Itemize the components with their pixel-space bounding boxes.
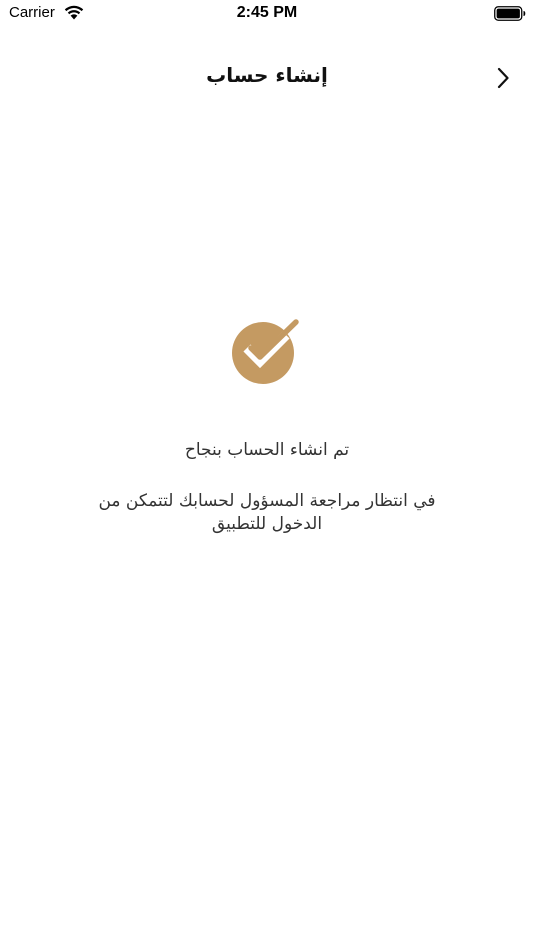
status-time: 2:45 PM (236, 4, 298, 21)
back-button[interactable] (492, 64, 514, 92)
navigation-bar: إنشاء حساب (0, 50, 534, 106)
success-message-body: في انتظار مراجعة المسؤول لحسابك لتتمكن م… (98, 491, 436, 534)
success-message-title: تم انشاء الحساب بنجاح (184, 440, 350, 460)
page-title: إنشاء حساب (206, 63, 328, 87)
battery-icon (494, 6, 526, 21)
status-bar: Carrier 2:45 PM (0, 0, 534, 28)
check-badge-icon (232, 319, 299, 384)
chevron-right-icon (497, 67, 509, 89)
